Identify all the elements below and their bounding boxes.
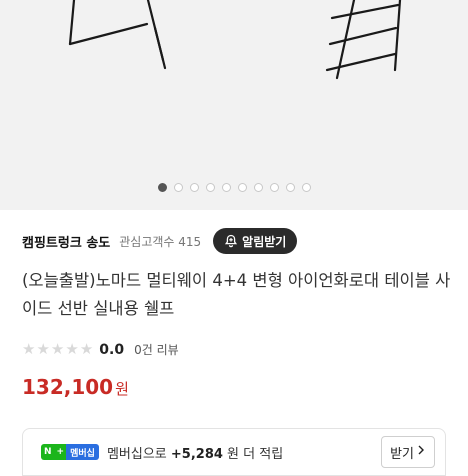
carousel-dot[interactable] bbox=[237, 183, 247, 192]
star-icon: ★ bbox=[79, 340, 94, 358]
carousel-dot[interactable] bbox=[221, 183, 231, 192]
membership-benefit: N + 멤버십 멤버십으로 +5,284 원 더 적립 받기 bbox=[22, 428, 446, 476]
badge-label: 멤버십 bbox=[66, 444, 99, 460]
star-icon: ★ bbox=[65, 340, 79, 358]
product-title: (오늘출발)노마드 멀티웨이 4+4 변형 아이언화로대 테이블 사이드 선반 … bbox=[22, 271, 451, 318]
membership-text-suffix: 원 더 적립 bbox=[227, 446, 284, 462]
store-info: 캠핑트렁크 송도 관심고객수 415 알림받기 bbox=[22, 226, 448, 256]
rating-score: 0.0 bbox=[99, 341, 125, 358]
carousel-indicator bbox=[0, 183, 468, 192]
bell-plus-icon bbox=[224, 234, 238, 248]
naver-membership-badge: N + 멤버십 bbox=[41, 444, 99, 460]
rating-stars: ★ ★ ★ ★ ★ bbox=[22, 342, 93, 357]
carousel-dot[interactable] bbox=[285, 183, 295, 192]
star-icon: ★ bbox=[22, 340, 36, 358]
membership-text: 멤버십으로 +5,284 원 더 적립 bbox=[107, 443, 283, 462]
carousel-dot[interactable] bbox=[253, 183, 263, 192]
membership-text-prefix: 멤버십으로 bbox=[106, 446, 167, 462]
alarm-subscribe-label: 알림받기 bbox=[242, 234, 287, 249]
star-icon: ★ bbox=[36, 340, 50, 358]
carousel-dot[interactable] bbox=[205, 183, 215, 192]
badge-plus: + bbox=[54, 444, 67, 460]
carousel-dot[interactable] bbox=[189, 183, 199, 192]
star-icon: ★ bbox=[50, 340, 65, 358]
rating-summary: ★ ★ ★ ★ ★ 0.0 0건 리뷰 bbox=[22, 341, 179, 358]
fan-count: 관심고객수 415 bbox=[119, 234, 202, 249]
carousel-dot[interactable] bbox=[157, 183, 167, 192]
chevron-right-icon bbox=[416, 444, 426, 460]
receive-points-label: 받기 bbox=[390, 446, 414, 462]
price-amount: 132,100 bbox=[22, 375, 114, 399]
product-image bbox=[68, 0, 402, 80]
price-unit: 원 bbox=[115, 380, 129, 398]
carousel-dot[interactable] bbox=[173, 183, 183, 192]
badge-n: N bbox=[41, 444, 55, 460]
alarm-subscribe-button[interactable]: 알림받기 bbox=[213, 228, 298, 254]
store-name[interactable]: 캠핑트렁크 송도 bbox=[22, 232, 110, 251]
membership-points: +5,284 bbox=[170, 446, 223, 462]
product-image-carousel[interactable] bbox=[0, 0, 468, 210]
carousel-dot[interactable] bbox=[301, 183, 311, 192]
review-count-link[interactable]: 0건 리뷰 bbox=[134, 341, 179, 358]
receive-points-button[interactable]: 받기 bbox=[381, 436, 435, 468]
carousel-dot[interactable] bbox=[269, 183, 279, 192]
price: 132,100 원 bbox=[22, 375, 129, 399]
